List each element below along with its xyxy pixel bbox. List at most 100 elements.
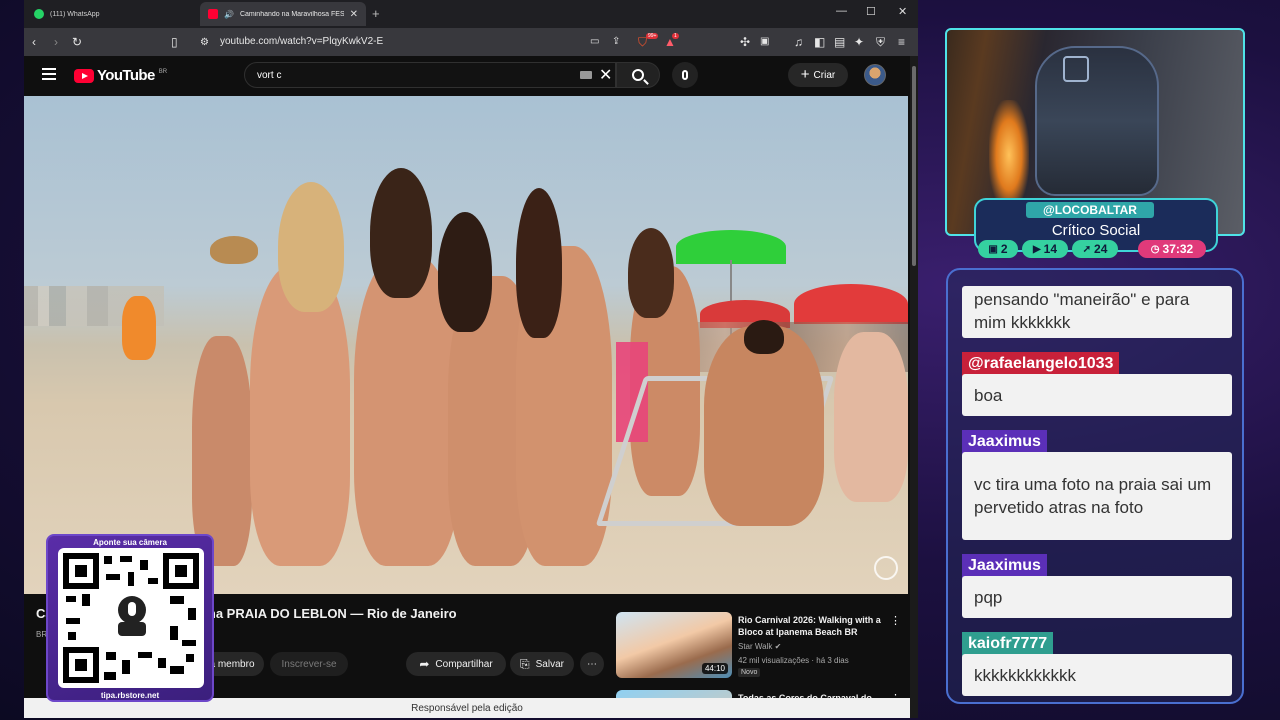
shield-count-badge: 99+ (646, 33, 659, 39)
woman (192, 336, 252, 566)
qr-pattern (63, 553, 199, 683)
chat-message: vc tira uma foto na praia sai um perveti… (962, 452, 1232, 540)
streamer-handle: @LOCOBALTAR (1026, 202, 1154, 218)
rocket-icon: ➚ (1082, 243, 1092, 255)
seated-woman (834, 332, 908, 502)
chat-username: Jaaximus (962, 554, 1047, 578)
create-button[interactable]: + Criar (788, 63, 848, 87)
streamer-subtitle: Crítico Social (1051, 222, 1141, 239)
qr-instruction: Aponte sua câmera (93, 538, 167, 547)
maximize-button[interactable]: ☐ (866, 5, 876, 18)
stat-value: 2 (1000, 242, 1008, 256)
vpn-icon[interactable]: ⛨ (876, 34, 885, 50)
tab-title: Caminhando na Maravilhosa FESTA (239, 10, 344, 18)
back-button[interactable]: ‹ (32, 34, 36, 50)
forward-button[interactable]: › (54, 34, 58, 50)
search-bar: ✕ (244, 62, 660, 88)
clear-search-icon[interactable]: ✕ (599, 65, 612, 85)
country-code: BR (158, 68, 168, 75)
recommendation-channel[interactable]: Star Walk ✔ (738, 642, 781, 651)
music-icon[interactable]: ♫ (794, 34, 803, 50)
cast-icon[interactable]: ▭ (590, 34, 599, 50)
tab-bar: (111) WhatsApp 🔊 Caminhando na Maravilho… (24, 0, 918, 28)
share-icon: ➦ (419, 657, 430, 671)
chat-text: boa (974, 385, 1003, 405)
rocket-count-stat: ➚ 24 (1072, 240, 1118, 258)
stat-value: 14 (1043, 242, 1058, 256)
account-avatar[interactable] (864, 64, 886, 86)
microphone-icon (682, 70, 688, 80)
save-label: Salvar (535, 658, 564, 670)
screenshot-icon[interactable]: ▣ (760, 34, 769, 50)
duration-badge: 44:10 (701, 663, 728, 674)
tab-whatsapp[interactable]: (111) WhatsApp (26, 2, 196, 26)
page-scrollbar[interactable] (910, 56, 918, 718)
chat-text: vc tira uma foto na praia sai um perveti… (974, 475, 1212, 517)
kebab-menu-icon[interactable]: ⋮ (890, 614, 901, 627)
sidebar-icon[interactable]: ◧ (814, 34, 825, 50)
speaker-icon[interactable]: 🔊 (224, 10, 234, 19)
chat-message: boa (962, 374, 1232, 416)
reload-button[interactable]: ↻ (72, 34, 82, 50)
wallet-icon[interactable]: ▤ (834, 34, 845, 50)
minimize-button[interactable]: — (836, 5, 847, 17)
save-button[interactable]: ⎘ Salvar (510, 652, 574, 676)
man-hair (744, 320, 784, 354)
chat-username: Jaaximus (962, 430, 1047, 454)
close-window-button[interactable]: ✕ (898, 5, 907, 18)
chat-message: pensando "maneirão" e para mim kkkkkkk (962, 286, 1232, 338)
chat-text: pqp (974, 587, 1003, 607)
youtube-play-icon (74, 68, 94, 83)
dark-hair (438, 212, 492, 332)
video-icon: ▶ (1032, 243, 1041, 255)
keyboard-icon[interactable] (580, 71, 592, 79)
blonde-hair (278, 182, 344, 312)
url-text: youtube.com/watch?v=PlqyKwkV2-E (220, 36, 384, 47)
more-icon: ⋯ (587, 658, 597, 670)
search-button[interactable] (616, 62, 660, 88)
browser-toolbar: ‹ › ↻ ▯ ⚙ youtube.com/watch?v=PlqyKwkV2-… (24, 28, 918, 56)
recommendation-item[interactable]: 44:10 Rio Carnival 2026: Walking with a … (616, 612, 902, 684)
recommendation-title[interactable]: Rio Carnival 2026: Walking with a Bloco … (738, 614, 883, 638)
more-actions-button[interactable]: ⋯ (580, 652, 604, 676)
new-tab-button[interactable]: + (372, 6, 380, 21)
site-info-icon[interactable]: ⚙ (200, 35, 209, 51)
scrollbar-thumb[interactable] (912, 66, 916, 266)
watermark-icon (874, 556, 898, 580)
green-umbrella (676, 230, 786, 264)
tab-youtube[interactable]: 🔊 Caminhando na Maravilhosa FESTA ✕ (200, 2, 366, 26)
video-frame (24, 96, 908, 594)
video-player[interactable] (24, 96, 908, 594)
menu-icon[interactable]: ≡ (898, 34, 905, 50)
subscribe-button[interactable]: Inscrever-se (270, 652, 348, 676)
stat-value: 37:32 (1162, 242, 1194, 256)
save-icon: ⎘ (520, 656, 530, 671)
qr-donation-card: Aponte sua câmera tipa.rbstore.net (46, 534, 214, 702)
recommendation-thumbnail[interactable]: 44:10 (616, 612, 732, 678)
extensions-icon[interactable]: ✣ (740, 34, 750, 50)
dark-hair (370, 168, 432, 298)
youtube-wordmark: YouTube (97, 67, 155, 84)
chat-panel: pensando "maneirão" e para mim kkkkkkk @… (946, 268, 1244, 704)
hamburger-menu-icon[interactable] (42, 68, 56, 80)
ai-icon[interactable]: ✦ (854, 34, 864, 50)
chat-message: pqp (962, 576, 1232, 618)
video-count-stat: ▶ 14 (1022, 240, 1068, 258)
tab-title: (111) WhatsApp (50, 10, 100, 18)
subscribe-label: Inscrever-se (281, 658, 337, 670)
straw-hat (210, 236, 258, 264)
search-input[interactable] (244, 62, 616, 88)
dark-hair (516, 188, 562, 338)
chat-count-stat: ▣ 2 (978, 240, 1018, 258)
share-button[interactable]: ➦ Compartilhar (406, 652, 506, 676)
chat-icon: ▣ (988, 243, 998, 255)
qr-code (58, 548, 204, 688)
voice-search-button[interactable] (672, 62, 698, 88)
chat-message: kkkkkkkkkkkk (962, 654, 1232, 696)
bookmark-icon[interactable]: ▯ (171, 34, 178, 50)
youtube-logo[interactable]: YouTube BR (74, 67, 167, 84)
seated-man (704, 326, 824, 526)
lamp (989, 100, 1029, 210)
share-page-icon[interactable]: ⇪ (612, 34, 620, 50)
close-tab-icon[interactable]: ✕ (350, 9, 358, 20)
